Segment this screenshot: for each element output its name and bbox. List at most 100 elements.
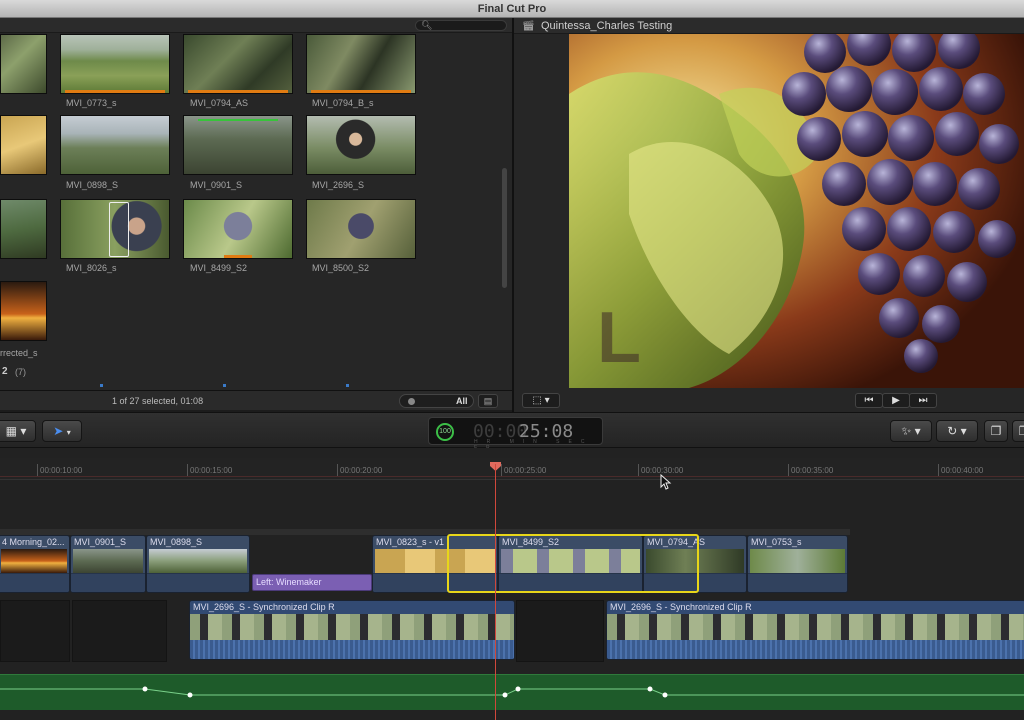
play-button[interactable]: ▶: [882, 393, 910, 408]
ruler-tick: 00:00:15:00: [186, 464, 233, 476]
clip-thumbnail[interactable]: [60, 199, 170, 259]
ruler-tick: 00:00:10:00: [36, 464, 83, 476]
clip-label: MVI_0823_s - v1: [376, 537, 445, 547]
clip-name: rrected_s: [0, 348, 38, 358]
clip-name: MVI_0794_AS: [190, 98, 249, 108]
ruler-tick: 00:00:40:00: [937, 464, 984, 476]
clip-name: MVI_8026_s: [66, 263, 117, 273]
select-tool-button[interactable]: ➤ ▾: [42, 420, 82, 442]
empty-track-area: [516, 600, 604, 662]
title-clip[interactable]: Left: Winemaker: [252, 574, 372, 591]
clip-name: MVI_8499_S2: [190, 263, 248, 273]
project-title: Quintessa_Charles Testing: [541, 20, 673, 32]
slider-knob[interactable]: [408, 398, 415, 405]
edit-mode-icon: ▦ ▾: [5, 424, 27, 438]
clip-name: MVI_0901_S: [190, 180, 243, 190]
clip-zoom-slider[interactable]: All: [399, 394, 474, 408]
timeline-ruler[interactable]: 00:00:10:00 00:00:15:00 00:00:20:00 00:0…: [0, 458, 1024, 480]
viewer: 🎬︎ Quintessa_Charles Testing L ⬚ ▾ ⏮ ▶ ⏭: [514, 18, 1024, 412]
skip-forward-icon: ⏭: [918, 395, 928, 406]
browser-scrollbar[interactable]: [502, 168, 507, 288]
clip-label: 4 Morning_02...: [2, 537, 65, 547]
connected-clip[interactable]: MVI_2696_S - Synchronized Clip R: [606, 600, 1024, 660]
ruler-tick: 00:00:35:00: [787, 464, 834, 476]
music-track[interactable]: [0, 674, 1024, 710]
timeline-clip[interactable]: MVI_0898_S: [146, 535, 250, 593]
playhead[interactable]: [495, 464, 496, 720]
marker: [223, 384, 226, 387]
marker: [346, 384, 349, 387]
empty-track-area: [72, 600, 167, 662]
clip-thumbnail[interactable]: [183, 199, 293, 259]
clip-thumbnail[interactable]: [60, 34, 170, 94]
clip-appearance-button[interactable]: ▤: [478, 394, 498, 408]
inspector-button[interactable]: ❐: [984, 420, 1008, 442]
filmstrip-icon: ▤: [483, 396, 493, 406]
main-toolbar: ▦ ▾ ➤ ▾ 100 00:00 25:08 HR MIN SEC FR ✨︎…: [0, 412, 1024, 451]
clip-thumbnail[interactable]: [60, 115, 170, 175]
clapper-icon: 🎬︎: [522, 21, 535, 32]
volume-keyframes: [0, 686, 1024, 698]
retime-button[interactable]: ↻ ▾: [936, 420, 978, 442]
clip-label: MVI_2696_S - Synchronized Clip R: [610, 602, 752, 612]
event-browser: 🔍︎ rrected_s 2 (7) MVI_0773_s MVI_0794_A…: [0, 18, 512, 410]
clip-thumbnail[interactable]: [306, 34, 416, 94]
clip-thumbnail[interactable]: [0, 115, 47, 175]
clip-label: MVI_2696_S - Synchronized Clip R: [193, 602, 335, 612]
viewer-frame[interactable]: L: [569, 34, 1024, 388]
clip-label: MVI_0898_S: [150, 537, 203, 547]
marker: [100, 384, 103, 387]
window-title: Final Cut Pro: [0, 0, 1024, 18]
clip-thumbnail[interactable]: [306, 115, 416, 175]
clip-name: MVI_8500_S2: [312, 263, 370, 273]
ruler-tick: 00:00:25:00: [500, 464, 547, 476]
zoom-label: All: [456, 396, 468, 406]
clip-thumbnail[interactable]: [183, 115, 293, 175]
next-edit-button[interactable]: ⏭: [909, 393, 937, 408]
event-count-label: 2: [2, 366, 8, 377]
previous-edit-button[interactable]: ⏮: [855, 393, 883, 408]
clip-label: MVI_0901_S: [74, 537, 127, 547]
windows-icon: ❐: [990, 424, 1002, 438]
search-icon: 🔍︎: [421, 20, 433, 30]
clip-label: MVI_0753_s: [751, 537, 802, 547]
timeline-clip[interactable]: MVI_0901_S: [70, 535, 146, 593]
title-clip-label: Left: Winemaker: [256, 577, 322, 587]
clip-thumbnail[interactable]: [0, 34, 47, 94]
browser-header: 🔍︎: [0, 18, 512, 33]
viewer-header: 🎬︎ Quintessa_Charles Testing: [514, 18, 1024, 34]
clip-name: MVI_0898_S: [66, 180, 119, 190]
play-icon: ▶: [892, 395, 900, 406]
selection-status: 1 of 27 selected, 01:08: [112, 396, 204, 406]
clip-thumbnail[interactable]: [306, 199, 416, 259]
effects-browser-button[interactable]: ❐: [1012, 420, 1024, 442]
enhancements-button[interactable]: ✨︎ ▾: [890, 420, 932, 442]
skip-back-icon: ⏮: [864, 395, 874, 406]
timeline[interactable]: 00:00:10:00 00:00:15:00 00:00:20:00 00:0…: [0, 448, 1024, 720]
event-count-value: (7): [15, 367, 26, 377]
selection-range[interactable]: [447, 534, 699, 593]
connected-clip[interactable]: MVI_2696_S - Synchronized Clip R: [189, 600, 515, 660]
browser-search-field[interactable]: 🔍︎: [415, 20, 507, 31]
ruler-tick: 00:00:20:00: [336, 464, 383, 476]
clip-name: MVI_0773_s: [66, 98, 117, 108]
overlay-letter: L: [597, 298, 641, 378]
clip-thumbnail[interactable]: [0, 281, 47, 341]
clip-name: MVI_2696_S: [312, 180, 365, 190]
timeline-clip[interactable]: MVI_0753_s: [747, 535, 848, 593]
magic-wand-icon: ✨︎ ▾: [901, 424, 921, 438]
arrow-pointer-icon: ➤: [53, 424, 64, 438]
viewer-controls: ⬚ ▾ ⏮ ▶ ⏭: [514, 388, 1024, 412]
dashboard-timecode[interactable]: 100 00:00 25:08 HR MIN SEC FR: [428, 417, 603, 451]
timeline-clip[interactable]: 4 Morning_02...: [0, 535, 70, 593]
clip-thumbnail[interactable]: [0, 199, 47, 259]
retime-icon: ↻ ▾: [947, 424, 967, 438]
clip-name: MVI_0794_B_s: [312, 98, 374, 108]
clip-thumbnail[interactable]: [183, 34, 293, 94]
effects-icon: ❐: [1018, 424, 1024, 438]
background-render-indicator: 100: [436, 423, 454, 441]
empty-track-area: [0, 600, 70, 662]
edit-mode-button[interactable]: ▦ ▾: [0, 420, 36, 442]
browser-footer: 1 of 27 selected, 01:08 All ▤: [0, 390, 512, 410]
viewer-display-options-button[interactable]: ⬚ ▾: [522, 393, 560, 408]
